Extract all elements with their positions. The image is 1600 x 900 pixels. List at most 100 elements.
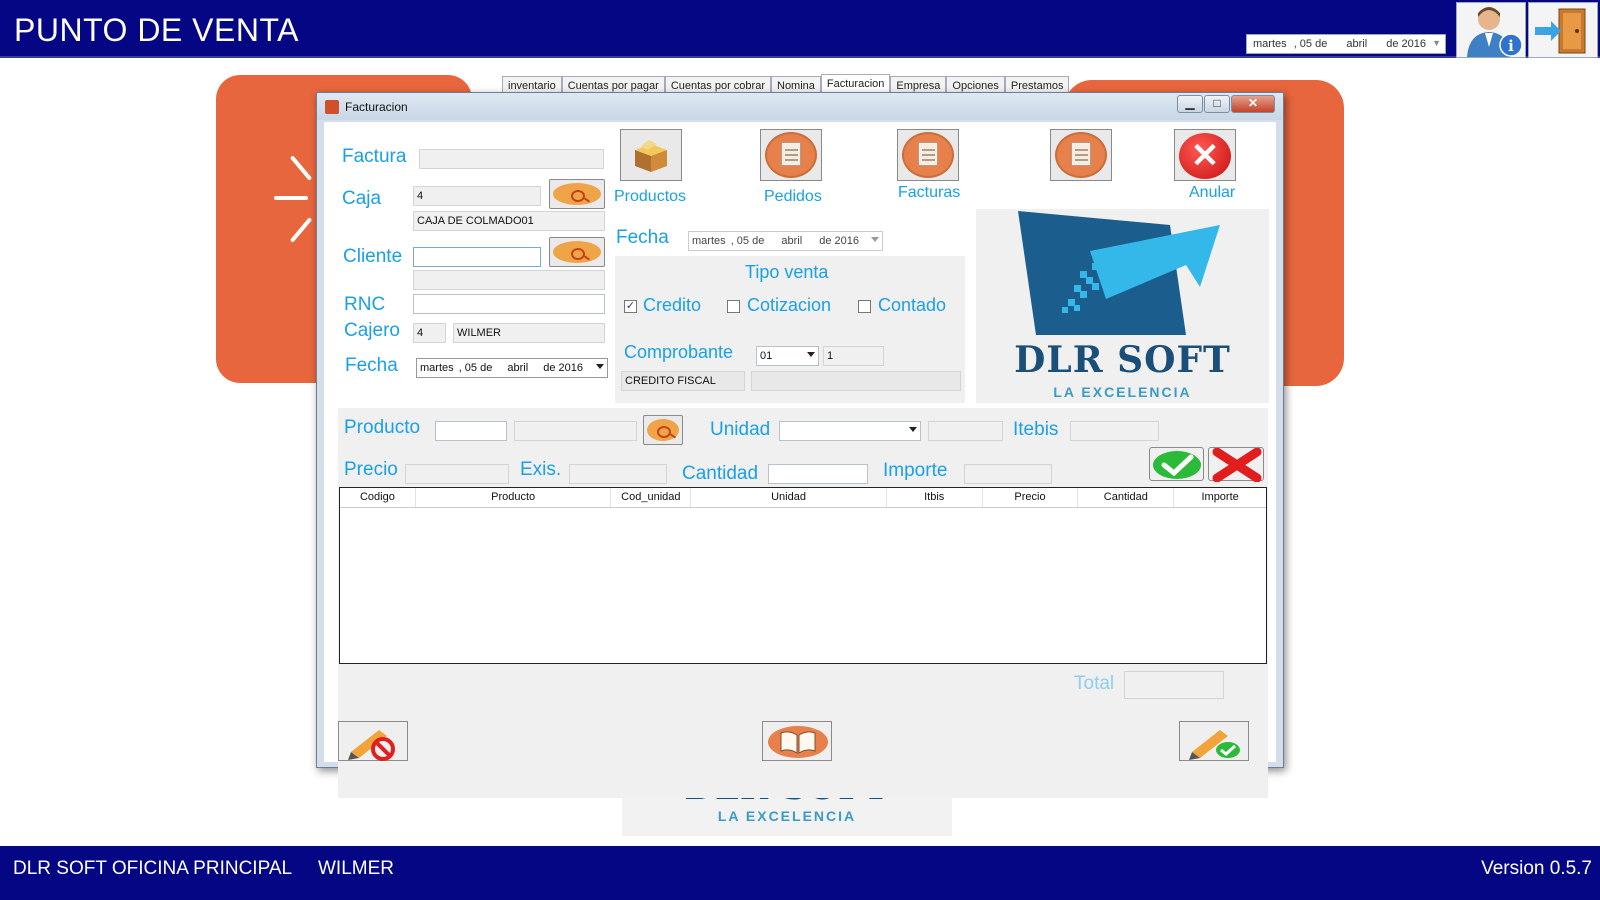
chevron-down-icon [871,237,879,242]
pedidos-button[interactable] [760,129,822,181]
search-icon [553,241,601,263]
producto-label: Producto [344,417,421,438]
current-user: WILMER [318,858,394,879]
pencil-cancel-icon [348,730,395,761]
background-ray [274,196,308,200]
red-x-icon [1212,447,1262,483]
caja-search-button[interactable] [549,179,605,209]
contado-label: Contado [878,295,947,315]
column-header-producto[interactable]: Producto [416,488,612,507]
document-icon [1071,142,1091,166]
company-logo-panel: DLR SOFT LA EXCELENCIA [976,209,1269,403]
producto-name-field [514,421,637,441]
user-info-button[interactable]: i [1456,2,1526,58]
column-header-itbis[interactable]: Itbis [887,488,983,507]
minimize-button[interactable]: ▁ [1177,95,1203,113]
column-header-unidad[interactable]: Unidad [691,488,887,507]
existencia-field [569,464,667,484]
credito-checkbox[interactable]: ✓ [624,300,637,313]
cotizacion-label: Cotizacion [747,295,832,315]
cotizacion-checkbox[interactable] [727,300,740,313]
chevron-down-icon [909,427,917,432]
logo-name: DLR SOFT [1014,339,1231,381]
column-header-cantidad[interactable]: Cantidad [1078,488,1175,507]
unidad-label: Unidad [710,419,771,440]
comprobante-extra-field [751,371,961,391]
chevron-down-icon [596,364,604,369]
exit-door-icon [1535,8,1586,54]
rnc-label: RNC [344,294,386,315]
cantidad-label: Cantidad [682,463,759,484]
productos-button[interactable] [620,129,682,181]
box-icon [635,140,667,172]
document-icon [781,142,801,166]
svg-text:i: i [1508,37,1514,55]
add-item-button[interactable] [1149,447,1204,481]
fecha-date-picker[interactable]: martes , 05 de abril de 2016 [416,358,608,378]
cliente-name-field [413,270,605,290]
cantidad-field[interactable] [768,464,868,484]
precio-field [405,464,509,484]
column-header-codigo[interactable]: Codigo [340,488,416,507]
credito-label: Credito [643,295,702,315]
venta-fecha-label: Fecha [616,227,669,248]
comprobante-select[interactable]: 01 [756,346,819,366]
checkmark-icon [1153,451,1201,479]
window-titlebar[interactable]: Facturacion ▁ □ ✕ [317,93,1283,120]
productos-label: Productos [614,188,687,205]
anular-button[interactable]: ✕ [1174,129,1236,181]
column-header-cod-unidad[interactable]: Cod_unidad [611,488,692,507]
itebis-label: Itebis [1013,419,1059,440]
cancel-x-icon: ✕ [1179,133,1231,179]
facturas-button[interactable] [897,129,959,181]
logo-tagline: LA EXCELENCIA [1053,384,1192,400]
document-icon [918,142,938,166]
producto-code-field[interactable] [435,421,507,441]
anular-label: Anular [1189,184,1236,201]
maximize-button[interactable]: □ [1204,95,1230,113]
cajero-name-field: WILMER [453,323,605,343]
invoice-items-table[interactable]: Codigo Producto Cod_unidad Unidad Itbis … [339,487,1267,664]
app-header: PUNTO DE VENTA martes , 05 de abril de 2… [0,0,1600,58]
window-title: Facturacion [345,100,408,114]
search-icon [647,419,679,441]
cajero-id-field: 4 [413,323,446,343]
caja-id-field[interactable]: 4 [413,186,541,206]
total-label: Total [1074,673,1115,694]
contado-checkbox[interactable] [858,300,871,313]
cancel-invoice-button[interactable] [338,721,408,761]
comprobante-seq-field: 1 [823,346,884,366]
document-button[interactable] [1050,129,1112,181]
total-field [1124,671,1224,699]
caja-name-field: CAJA DE COLMADO01 [413,211,605,231]
existencia-label: Exis. [520,459,562,480]
save-invoice-button[interactable] [1179,721,1249,761]
factura-field[interactable] [419,149,604,169]
tipo-venta-panel: Tipo venta ✓ Credito Cotizacion Contado … [615,256,965,403]
close-window-button[interactable]: ✕ [1231,95,1275,113]
app-window-icon [325,100,339,114]
remove-item-button[interactable] [1208,447,1264,483]
unidad-extra-field [928,421,1003,441]
company-logo-icon [1018,211,1220,335]
top-date-picker[interactable]: martes , 05 de abril de 2016 ▼ [1246,34,1446,54]
exit-button[interactable] [1528,2,1598,58]
column-header-precio[interactable]: Precio [983,488,1079,507]
chevron-down-icon: ▼ [1432,38,1441,48]
comprobante-label: Comprobante [624,342,734,362]
producto-search-button[interactable] [643,415,683,445]
tipo-venta-label: Tipo venta [745,262,829,282]
importe-field [964,464,1052,484]
open-book-button[interactable] [762,721,832,761]
column-header-importe[interactable]: Importe [1174,488,1266,507]
unidad-select[interactable] [779,421,921,441]
fecha-label: Fecha [345,355,398,376]
search-icon [553,183,601,205]
cliente-search-button[interactable] [549,237,605,267]
venta-fecha-date-picker[interactable]: martes , 05 de abril de 2016 [688,231,883,251]
rnc-field[interactable] [413,294,605,314]
pencil-check-icon [1189,730,1240,760]
cliente-field[interactable] [413,247,541,267]
pedidos-label: Pedidos [764,188,822,205]
table-header: Codigo Producto Cod_unidad Unidad Itbis … [340,488,1266,508]
